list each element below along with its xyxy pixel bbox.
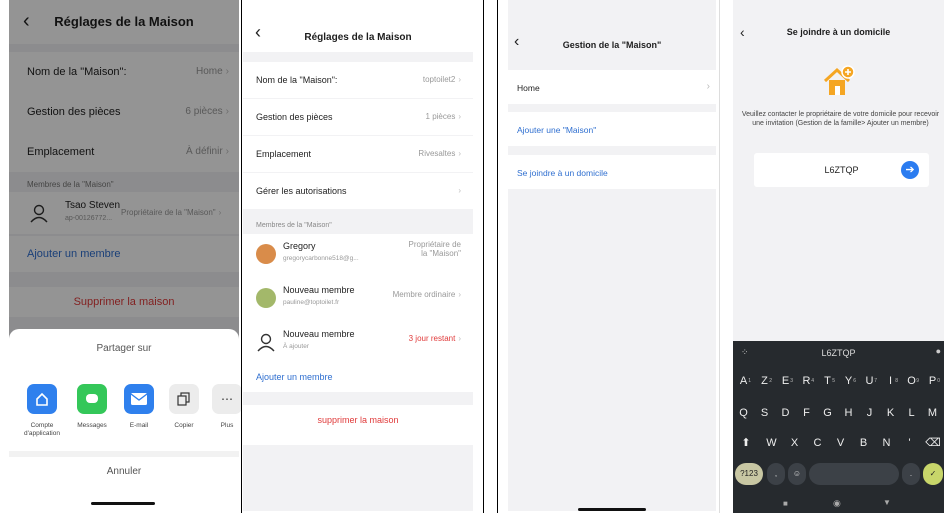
page-title: Réglages de la Maison (304, 32, 412, 43)
key[interactable]: Q (735, 403, 752, 423)
key[interactable]: J (861, 403, 878, 423)
location-row[interactable]: Emplacement Rivesaltes › (243, 136, 473, 172)
key[interactable]: A1 (735, 371, 752, 391)
recents-icon[interactable]: ■ (783, 499, 788, 508)
copy-icon (169, 384, 199, 414)
add-home-link[interactable]: Ajouter une "Maison" (508, 112, 716, 146)
system-nav-bar: ■ ◉ ▼ (733, 496, 944, 513)
backspace-icon[interactable]: ⌫ (924, 433, 942, 453)
numbers-key[interactable]: ?123 (735, 463, 763, 485)
header: ‹ Gestion de la "Maison" (508, 0, 716, 58)
page-title: Se joindre à un domicile (786, 27, 891, 37)
key[interactable]: N (878, 433, 895, 453)
add-home-icon (823, 65, 855, 95)
key[interactable]: T5 (819, 371, 836, 391)
avatar (256, 288, 276, 308)
key[interactable]: P0 (924, 371, 941, 391)
share-email[interactable]: E-mail (118, 384, 160, 430)
divider (719, 0, 720, 513)
key[interactable]: G (819, 403, 836, 423)
key[interactable]: S (756, 403, 773, 423)
key[interactable]: F (798, 403, 815, 423)
key[interactable]: I8 (882, 371, 899, 391)
chevron-right-icon: › (458, 112, 461, 121)
keyboard-suggestion[interactable]: L6ZTQP (733, 348, 944, 358)
member-row[interactable]: Nouveau membre À ajouter 3 jour restant › (243, 322, 473, 366)
comma-key[interactable]: , (767, 463, 785, 485)
shift-icon[interactable]: ⬆ (736, 433, 756, 453)
share-sheet: Partager sur Compte d'application Messag… (9, 329, 242, 513)
share-messages[interactable]: Messages (71, 384, 113, 430)
key[interactable]: E3 (777, 371, 794, 391)
mail-icon (124, 384, 154, 414)
key[interactable]: V (832, 433, 849, 453)
header: ‹ Se joindre à un domicile (733, 0, 944, 48)
keyboard: ⁘ L6ZTQP ● A1 Z2 E3 R4 T5 Y6 U7 I8 O9 P0… (733, 341, 944, 513)
rooms-row[interactable]: Gestion des pièces 1 pièces › (243, 99, 473, 135)
key[interactable]: B (855, 433, 872, 453)
home-nav-icon[interactable]: ◉ (833, 498, 841, 509)
instruction-text: Veuillez contacter le propriétaire de vo… (741, 111, 940, 127)
header: ‹ Réglages de la Maison (243, 0, 473, 52)
messages-icon (77, 384, 107, 414)
share-copy[interactable]: Copier (163, 384, 205, 430)
delete-home-button[interactable]: supprimer la maison (243, 405, 473, 445)
arrow-right-icon[interactable]: ➔ (901, 161, 919, 179)
add-member-link[interactable]: Ajouter un membre (243, 362, 473, 392)
key[interactable]: W (763, 433, 780, 453)
key[interactable]: C (809, 433, 826, 453)
key[interactable]: ' (901, 433, 918, 453)
divider (9, 451, 239, 457)
home-list-item[interactable]: Home › (508, 70, 716, 104)
key[interactable]: O9 (903, 371, 920, 391)
key[interactable]: D (777, 403, 794, 423)
back-nav-icon[interactable]: ▼ (883, 498, 891, 507)
chevron-right-icon: › (458, 75, 461, 84)
chevron-right-icon: › (458, 186, 461, 195)
home-app-icon (27, 384, 57, 414)
member-row[interactable]: Gregory gregorycarbonne518@g... Propriét… (243, 234, 473, 278)
user-icon (257, 333, 275, 352)
divider (241, 0, 242, 513)
key[interactable]: Y6 (840, 371, 857, 391)
invite-code-field[interactable]: L6ZTQP ➔ (754, 153, 929, 187)
key[interactable]: L (903, 403, 920, 423)
enter-check-icon[interactable]: ✓ (923, 463, 943, 485)
screen-home-management: ‹ Gestion de la "Maison" Home › Ajouter … (508, 0, 716, 511)
permissions-row[interactable]: Gérer les autorisations › (243, 173, 473, 209)
key[interactable]: U7 (861, 371, 878, 391)
key[interactable]: Z2 (756, 371, 773, 391)
share-app-account[interactable]: Compte d'application (21, 384, 63, 438)
mic-icon[interactable]: ● (936, 346, 941, 356)
key[interactable]: H (840, 403, 857, 423)
screen-home-settings-members: ‹ Réglages de la Maison Nom de la "Maiso… (243, 0, 473, 511)
period-key[interactable]: . (902, 463, 920, 485)
key[interactable]: M (924, 403, 941, 423)
screen-join-home: ‹ Se joindre à un domicile Veuillez cont… (733, 0, 944, 513)
emoji-icon[interactable]: ☺ (788, 463, 806, 485)
home-indicator (91, 502, 155, 505)
members-section-title: Membres de la "Maison" (256, 222, 332, 229)
key[interactable]: R4 (798, 371, 815, 391)
key[interactable]: X (786, 433, 803, 453)
member-row[interactable]: Nouveau membre pauline@toptoilet.fr Memb… (243, 278, 473, 322)
more-icon: ⋯ (212, 384, 242, 414)
chevron-right-icon: › (706, 81, 710, 92)
home-name-row[interactable]: Nom de la "Maison": toptoilet2 › (243, 62, 473, 98)
chevron-right-icon: › (458, 149, 461, 158)
avatar (256, 244, 276, 264)
page-title: Gestion de la "Maison" (562, 40, 662, 50)
divider (497, 0, 498, 513)
spacebar[interactable] (809, 463, 899, 485)
divider (483, 0, 484, 513)
home-indicator (578, 508, 646, 511)
share-sheet-title: Partager sur (96, 343, 152, 354)
cancel-button[interactable]: Annuler (9, 466, 239, 477)
key[interactable]: K (882, 403, 899, 423)
join-home-link[interactable]: Se joindre à un domicile (508, 155, 716, 189)
